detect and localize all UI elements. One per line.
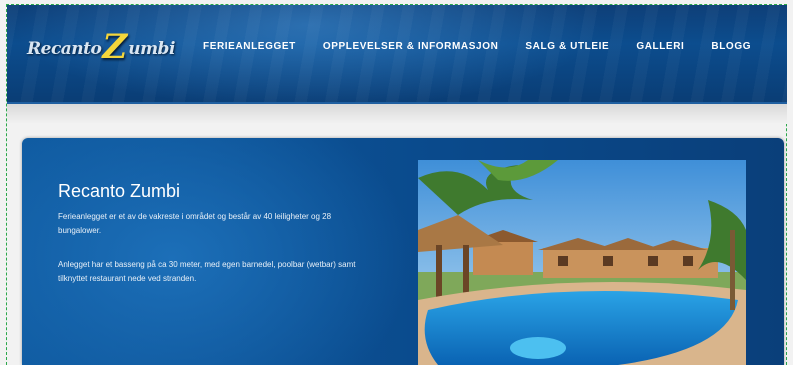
resort-photo	[418, 160, 746, 365]
intro-paragraph-2: Anlegget har et basseng på ca 30 meter, …	[58, 260, 356, 283]
logo-text-part1: Recanto	[27, 39, 102, 59]
resort-photo-illustration	[418, 160, 746, 365]
logo-text-part3: umbi	[128, 39, 175, 59]
page-title: Recanto Zumbi	[58, 181, 181, 202]
intro-paragraph-1: Ferieanlegget er et av de vakreste i omr…	[58, 212, 332, 235]
nav-item-opplevelser[interactable]: OPPLEVELSER & INFORMASJON	[323, 41, 499, 52]
nav-item-salg-utleie[interactable]: SALG & UTLEIE	[525, 41, 609, 52]
nav-item-blogg[interactable]: BLOGG	[711, 41, 751, 52]
main-nav: FERIEANLEGGET OPPLEVELSER & INFORMASJON …	[203, 41, 751, 52]
logo-z-letter: Z	[102, 27, 128, 67]
site-logo[interactable]: Recanto Z umbi	[27, 27, 175, 69]
nav-item-galleri[interactable]: GALLERI	[636, 41, 684, 52]
site-header: Recanto Z umbi FERIEANLEGGET OPPLEVELSER…	[7, 5, 787, 104]
nav-item-ferieanlegget[interactable]: FERIEANLEGGET	[203, 41, 296, 52]
header-shadow-band	[7, 104, 787, 124]
intro-panel: Recanto Zumbi Ferieanlegget er et av de …	[22, 138, 784, 365]
